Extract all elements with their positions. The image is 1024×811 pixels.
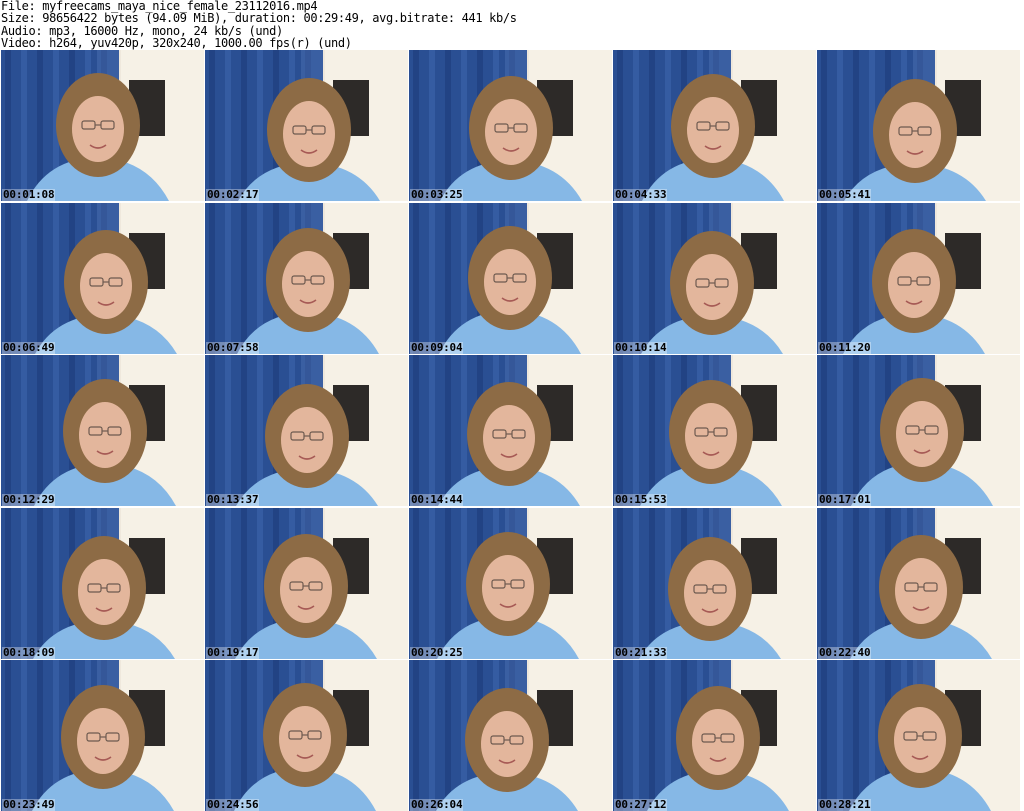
video-thumbnail: 00:11:20 [817,202,1020,354]
video-thumbnail: 00:23:49 [1,660,204,811]
video-thumbnail: 00:20:25 [409,507,612,659]
thumbnail-timestamp: 00:28:21 [818,798,872,811]
video-thumbnail: 00:13:37 [205,355,408,506]
thumbnail-timestamp: 00:22:40 [818,645,872,659]
thumbnail-timestamp: 00:23:49 [2,798,56,811]
webcam-frame-image [205,660,408,811]
thumbnail-timestamp: 00:03:25 [410,188,464,201]
video-thumbnail: 00:14:44 [409,355,612,506]
video-thumbnail: 00:19:17 [205,507,408,659]
webcam-frame-image [817,355,1020,506]
video-thumbnail: 00:09:04 [409,202,612,354]
webcam-frame-image [817,507,1020,659]
thumbnail-timestamp: 00:19:17 [206,645,260,659]
contact-sheet-header: File: myfreecams_maya_nice_female_231120… [0,0,1024,50]
thumbnail-timestamp: 00:01:08 [2,188,56,201]
thumbnail-timestamp: 00:09:04 [410,340,464,354]
webcam-frame-image [409,660,612,811]
video-thumbnail: 00:24:56 [205,660,408,811]
webcam-frame-image [409,202,612,354]
video-thumbnail: 00:15:53 [613,355,816,506]
video-thumbnail: 00:07:58 [205,202,408,354]
thumbnail-grid: 00:01:08 00:02:17 00:03:25 00:04:33 00:0… [1,50,1024,811]
thumbnail-timestamp: 00:24:56 [206,798,260,811]
thumbnail-timestamp: 00:07:58 [206,340,260,354]
webcam-frame-image [613,202,816,354]
thumbnail-timestamp: 00:26:04 [410,798,464,811]
video-thumbnail: 00:03:25 [409,50,612,201]
webcam-frame-image [205,202,408,354]
webcam-frame-image [409,50,612,201]
webcam-frame-image [817,50,1020,201]
video-info-line: Video: h264, yuv420p, 320x240, 1000.00 f… [1,35,352,50]
thumbnail-timestamp: 00:11:20 [818,340,872,354]
video-thumbnail: 00:04:33 [613,50,816,201]
webcam-frame-image [1,202,204,354]
audio-info-line: Audio: mp3, 16000 Hz, mono, 24 kb/s (und… [1,23,283,38]
webcam-frame-image [613,50,816,201]
video-thumbnail: 00:21:33 [613,507,816,659]
webcam-frame-image [1,507,204,659]
thumbnail-timestamp: 00:13:37 [206,493,260,506]
video-thumbnail: 00:28:21 [817,660,1020,811]
thumbnail-timestamp: 00:06:49 [2,340,56,354]
webcam-frame-image [817,660,1020,811]
webcam-frame-image [205,507,408,659]
thumbnail-timestamp: 00:14:44 [410,493,464,506]
thumbnail-timestamp: 00:05:41 [818,188,872,201]
video-thumbnail: 00:18:09 [1,507,204,659]
video-thumbnail: 00:17:01 [817,355,1020,506]
size-info-line: Size: 98656422 bytes (94.09 MiB), durati… [1,11,517,26]
video-thumbnail: 00:22:40 [817,507,1020,659]
video-thumbnail: 00:05:41 [817,50,1020,201]
thumbnail-timestamp: 00:18:09 [2,645,56,659]
webcam-frame-image [817,202,1020,354]
video-thumbnail: 00:27:12 [613,660,816,811]
video-thumbnail: 00:26:04 [409,660,612,811]
thumbnail-timestamp: 00:15:53 [614,493,668,506]
webcam-frame-image [205,355,408,506]
webcam-frame-image [613,507,816,659]
thumbnail-timestamp: 00:21:33 [614,645,668,659]
video-thumbnail: 00:10:14 [613,202,816,354]
webcam-frame-image [613,355,816,506]
thumbnail-timestamp: 00:27:12 [614,798,668,811]
webcam-frame-image [205,50,408,201]
thumbnail-timestamp: 00:02:17 [206,188,260,201]
thumbnail-timestamp: 00:10:14 [614,340,668,354]
video-thumbnail: 00:06:49 [1,202,204,354]
webcam-frame-image [409,507,612,659]
webcam-frame-image [613,660,816,811]
thumbnail-timestamp: 00:20:25 [410,645,464,659]
webcam-frame-image [1,355,204,506]
thumbnail-timestamp: 00:04:33 [614,188,668,201]
video-thumbnail: 00:01:08 [1,50,204,201]
video-thumbnail: 00:12:29 [1,355,204,506]
webcam-frame-image [409,355,612,506]
video-thumbnail: 00:02:17 [205,50,408,201]
thumbnail-timestamp: 00:17:01 [818,493,872,506]
webcam-frame-image [1,50,204,201]
thumbnail-timestamp: 00:12:29 [2,493,56,506]
webcam-frame-image [1,660,204,811]
